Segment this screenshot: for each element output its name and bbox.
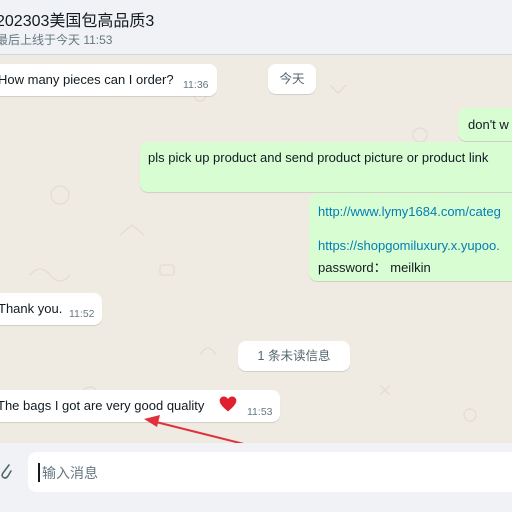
unread-label: 1 条未读信息: [257, 349, 331, 363]
message-link[interactable]: http://www.lymy1684.com/categ: [318, 204, 501, 219]
incoming-message[interactable]: Thank you. 11:52: [0, 293, 102, 325]
message-text: How many pieces can I order?: [0, 72, 174, 87]
chat-header[interactable]: 202303美国包高品质3 最后上线于今天 11:53: [0, 0, 512, 55]
outgoing-message[interactable]: http://www.lymy1684.com/categ https://sh…: [309, 193, 512, 281]
message-input[interactable]: 输入消息: [28, 452, 512, 492]
composer-bar: 输入消息: [0, 443, 512, 512]
unread-divider: 1 条未读信息: [238, 341, 350, 371]
message-time: 11:53: [247, 406, 273, 418]
message-input-placeholder: 输入消息: [42, 465, 98, 481]
date-divider: 今天: [268, 64, 316, 94]
message-text: pls pick up product and send product pic…: [148, 150, 489, 165]
last-seen-status: 最后上线于今天 11:53: [0, 33, 113, 47]
text-cursor: [38, 463, 40, 482]
outgoing-message[interactable]: pls pick up product and send product pic…: [140, 142, 512, 192]
message-list[interactable]: How many pieces can I order? 11:36 今天 do…: [0, 55, 512, 443]
message-text: The bags I got are very good quality: [0, 398, 205, 413]
message-time: 11:52: [69, 308, 95, 320]
message-link[interactable]: https://shopgomiluxury.x.yupoo.: [318, 238, 500, 253]
outgoing-message[interactable]: don't w: [458, 108, 512, 141]
message-text: password： meilkin: [318, 260, 431, 275]
message-time: 11:36: [183, 79, 209, 91]
message-text: don't w: [468, 117, 509, 132]
paperclip-icon[interactable]: [0, 461, 12, 486]
chat-title: 202303美国包高品质3: [0, 13, 155, 30]
date-label: 今天: [279, 72, 305, 86]
incoming-message[interactable]: How many pieces can I order? 11:36: [0, 64, 217, 96]
message-text: Thank you.: [0, 301, 63, 316]
incoming-message[interactable]: The bags I got are very good quality 11:…: [0, 390, 280, 422]
heart-emoji-icon: [218, 394, 238, 417]
